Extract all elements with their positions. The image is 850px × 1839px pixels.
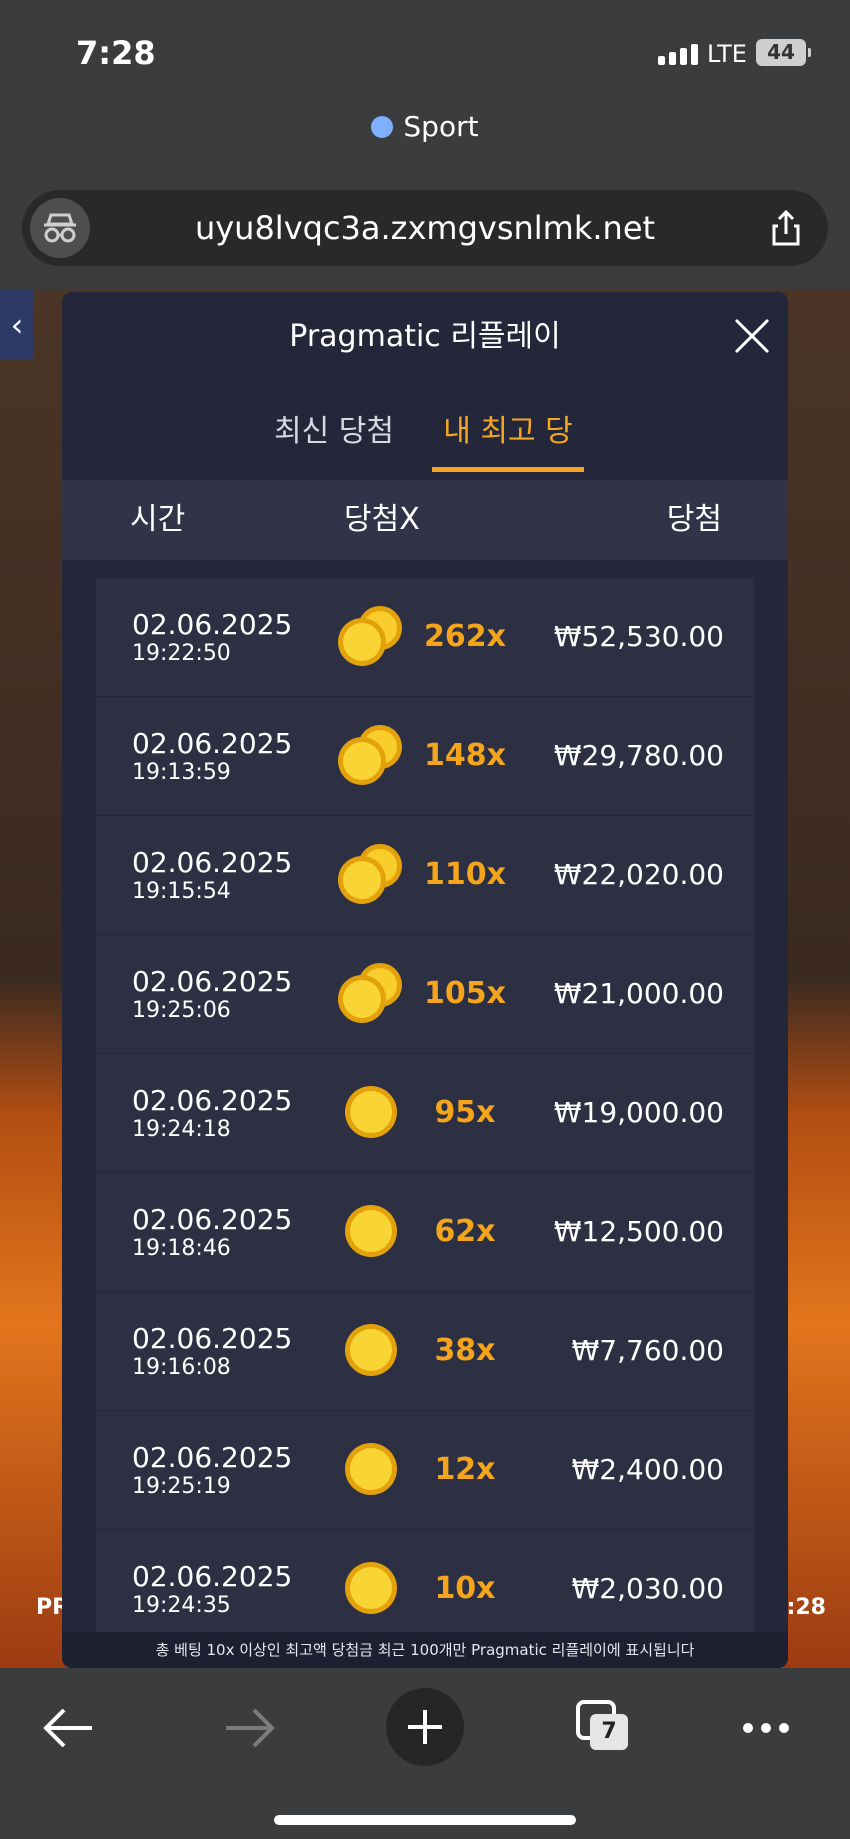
active-tab-underline [432,467,584,472]
modal-footnote: 총 베팅 10x 이상인 최고액 당첨금 최근 100개만 Pragmatic … [62,1632,788,1668]
forward-button[interactable] [208,1688,288,1768]
row-time: 19:22:50 [132,641,231,666]
table-row[interactable]: 02.06.2025 19:15:54 110x ₩22,020.00 [96,816,754,934]
plus-icon [408,1710,442,1744]
coin-stack-icon [338,606,402,666]
table-row[interactable]: 02.06.2025 19:18:46 62x ₩12,500.00 [96,1173,754,1291]
share-icon[interactable] [756,198,816,258]
battery-icon: 44 [756,39,811,66]
modal-header: Pragmatic 리플레이 [62,292,788,382]
arrow-left-icon [43,1708,92,1748]
row-win-amount: ₩52,530.00 [553,620,724,653]
tab-dot-icon [371,116,394,138]
table-row[interactable]: 02.06.2025 19:24:35 10x ₩2,030.00 [96,1530,754,1648]
coin-icon [345,1562,397,1614]
column-header-win: 당첨 [666,502,722,537]
replay-modal: Pragmatic 리플레이 최신 당첨 내 최고 당첨 시간 당첨X 당첨 0… [62,292,788,1668]
row-time: 19:15:54 [132,879,231,904]
row-time: 19:25:19 [132,1474,231,1499]
row-date: 02.06.2025 [132,608,293,641]
tab-my-best-wins[interactable]: 내 최고 당첨 [432,392,584,529]
arrow-right-icon [226,1708,275,1748]
tab-title-text: Sport [403,110,479,143]
row-win-amount: ₩29,780.00 [553,739,724,772]
row-time: 19:24:18 [132,1117,231,1142]
row-multiplier: 148x [424,738,506,773]
row-multiplier: 95x [434,1095,496,1130]
row-date: 02.06.2025 [132,1203,293,1236]
row-multiplier: 110x [424,857,506,892]
row-time: 19:24:35 [132,1593,231,1618]
row-date: 02.06.2025 [132,1084,293,1117]
row-multiplier: 262x [424,619,506,654]
tab-count: 7 [601,1719,617,1744]
row-time: 19:16:08 [132,1355,231,1380]
status-time: 7:28 [76,34,156,72]
row-multiplier: 38x [434,1333,496,1368]
more-button[interactable] [726,1688,806,1768]
modal-tabs: 최신 당첨 내 최고 당첨 [62,392,788,529]
url-bar[interactable]: uyu8lvqc3a.zxmgvsnlmk.net [22,190,828,266]
incognito-icon[interactable] [30,198,90,258]
coin-stack-icon [338,963,402,1023]
row-win-amount: ₩22,020.00 [553,858,724,891]
row-date: 02.06.2025 [132,1322,293,1355]
game-right-label: :28 [786,1595,826,1620]
back-arrow-icon[interactable]: ‹ [0,290,34,360]
row-date: 02.06.2025 [132,1560,293,1593]
modal-title: Pragmatic 리플레이 [289,319,561,354]
row-time: 19:25:06 [132,998,231,1023]
row-win-amount: ₩2,400.00 [571,1453,724,1486]
table-row[interactable]: 02.06.2025 19:22:50 262x ₩52,530.00 [96,578,754,696]
row-multiplier: 10x [434,1571,496,1606]
table-row[interactable]: 02.06.2025 19:13:59 148x ₩29,780.00 [96,697,754,815]
table-row[interactable]: 02.06.2025 19:16:08 38x ₩7,760.00 [96,1292,754,1410]
coin-stack-icon [338,725,402,785]
table-row[interactable]: 02.06.2025 19:24:18 95x ₩19,000.00 [96,1054,754,1172]
home-indicator[interactable] [274,1815,576,1825]
row-time: 19:13:59 [132,760,231,785]
network-type: LTE [707,40,747,68]
url-text[interactable]: uyu8lvqc3a.zxmgvsnlmk.net [102,190,748,266]
row-time: 19:18:46 [132,1236,231,1261]
row-win-amount: ₩21,000.00 [553,977,724,1010]
row-multiplier: 12x [434,1452,496,1487]
table-header: 시간 당첨X 당첨 [62,480,788,560]
tabs-button[interactable]: 7 [566,1688,646,1768]
row-win-amount: ₩19,000.00 [553,1096,724,1129]
table-row[interactable]: 02.06.2025 19:25:06 105x ₩21,000.00 [96,935,754,1053]
coin-icon [345,1443,397,1495]
more-dots-icon [743,1723,789,1733]
coin-icon [345,1086,397,1138]
row-win-amount: ₩12,500.00 [553,1215,724,1248]
coin-icon [345,1205,397,1257]
table-row[interactable]: 02.06.2025 19:25:19 12x ₩2,400.00 [96,1411,754,1529]
column-header-time: 시간 [130,502,186,537]
browser-toolbar: 7 [0,1668,850,1839]
tab-latest-wins[interactable]: 최신 당첨 [264,392,404,472]
row-multiplier: 105x [424,976,506,1011]
row-win-amount: ₩2,030.00 [571,1572,724,1605]
row-win-amount: ₩7,760.00 [571,1334,724,1367]
row-date: 02.06.2025 [132,1441,293,1474]
row-date: 02.06.2025 [132,727,293,760]
coin-icon [345,1324,397,1376]
coin-stack-icon [338,844,402,904]
row-date: 02.06.2025 [132,965,293,998]
column-header-multiplier: 당첨X [344,502,420,537]
close-icon[interactable] [732,316,772,356]
row-multiplier: 62x [434,1214,496,1249]
row-date: 02.06.2025 [132,846,293,879]
signal-icon [658,44,698,65]
status-bar: 7:28 LTE 44 [0,0,850,105]
back-button[interactable] [30,1688,110,1768]
new-tab-button[interactable] [386,1688,464,1766]
browser-tab-title[interactable]: Sport [0,110,850,150]
